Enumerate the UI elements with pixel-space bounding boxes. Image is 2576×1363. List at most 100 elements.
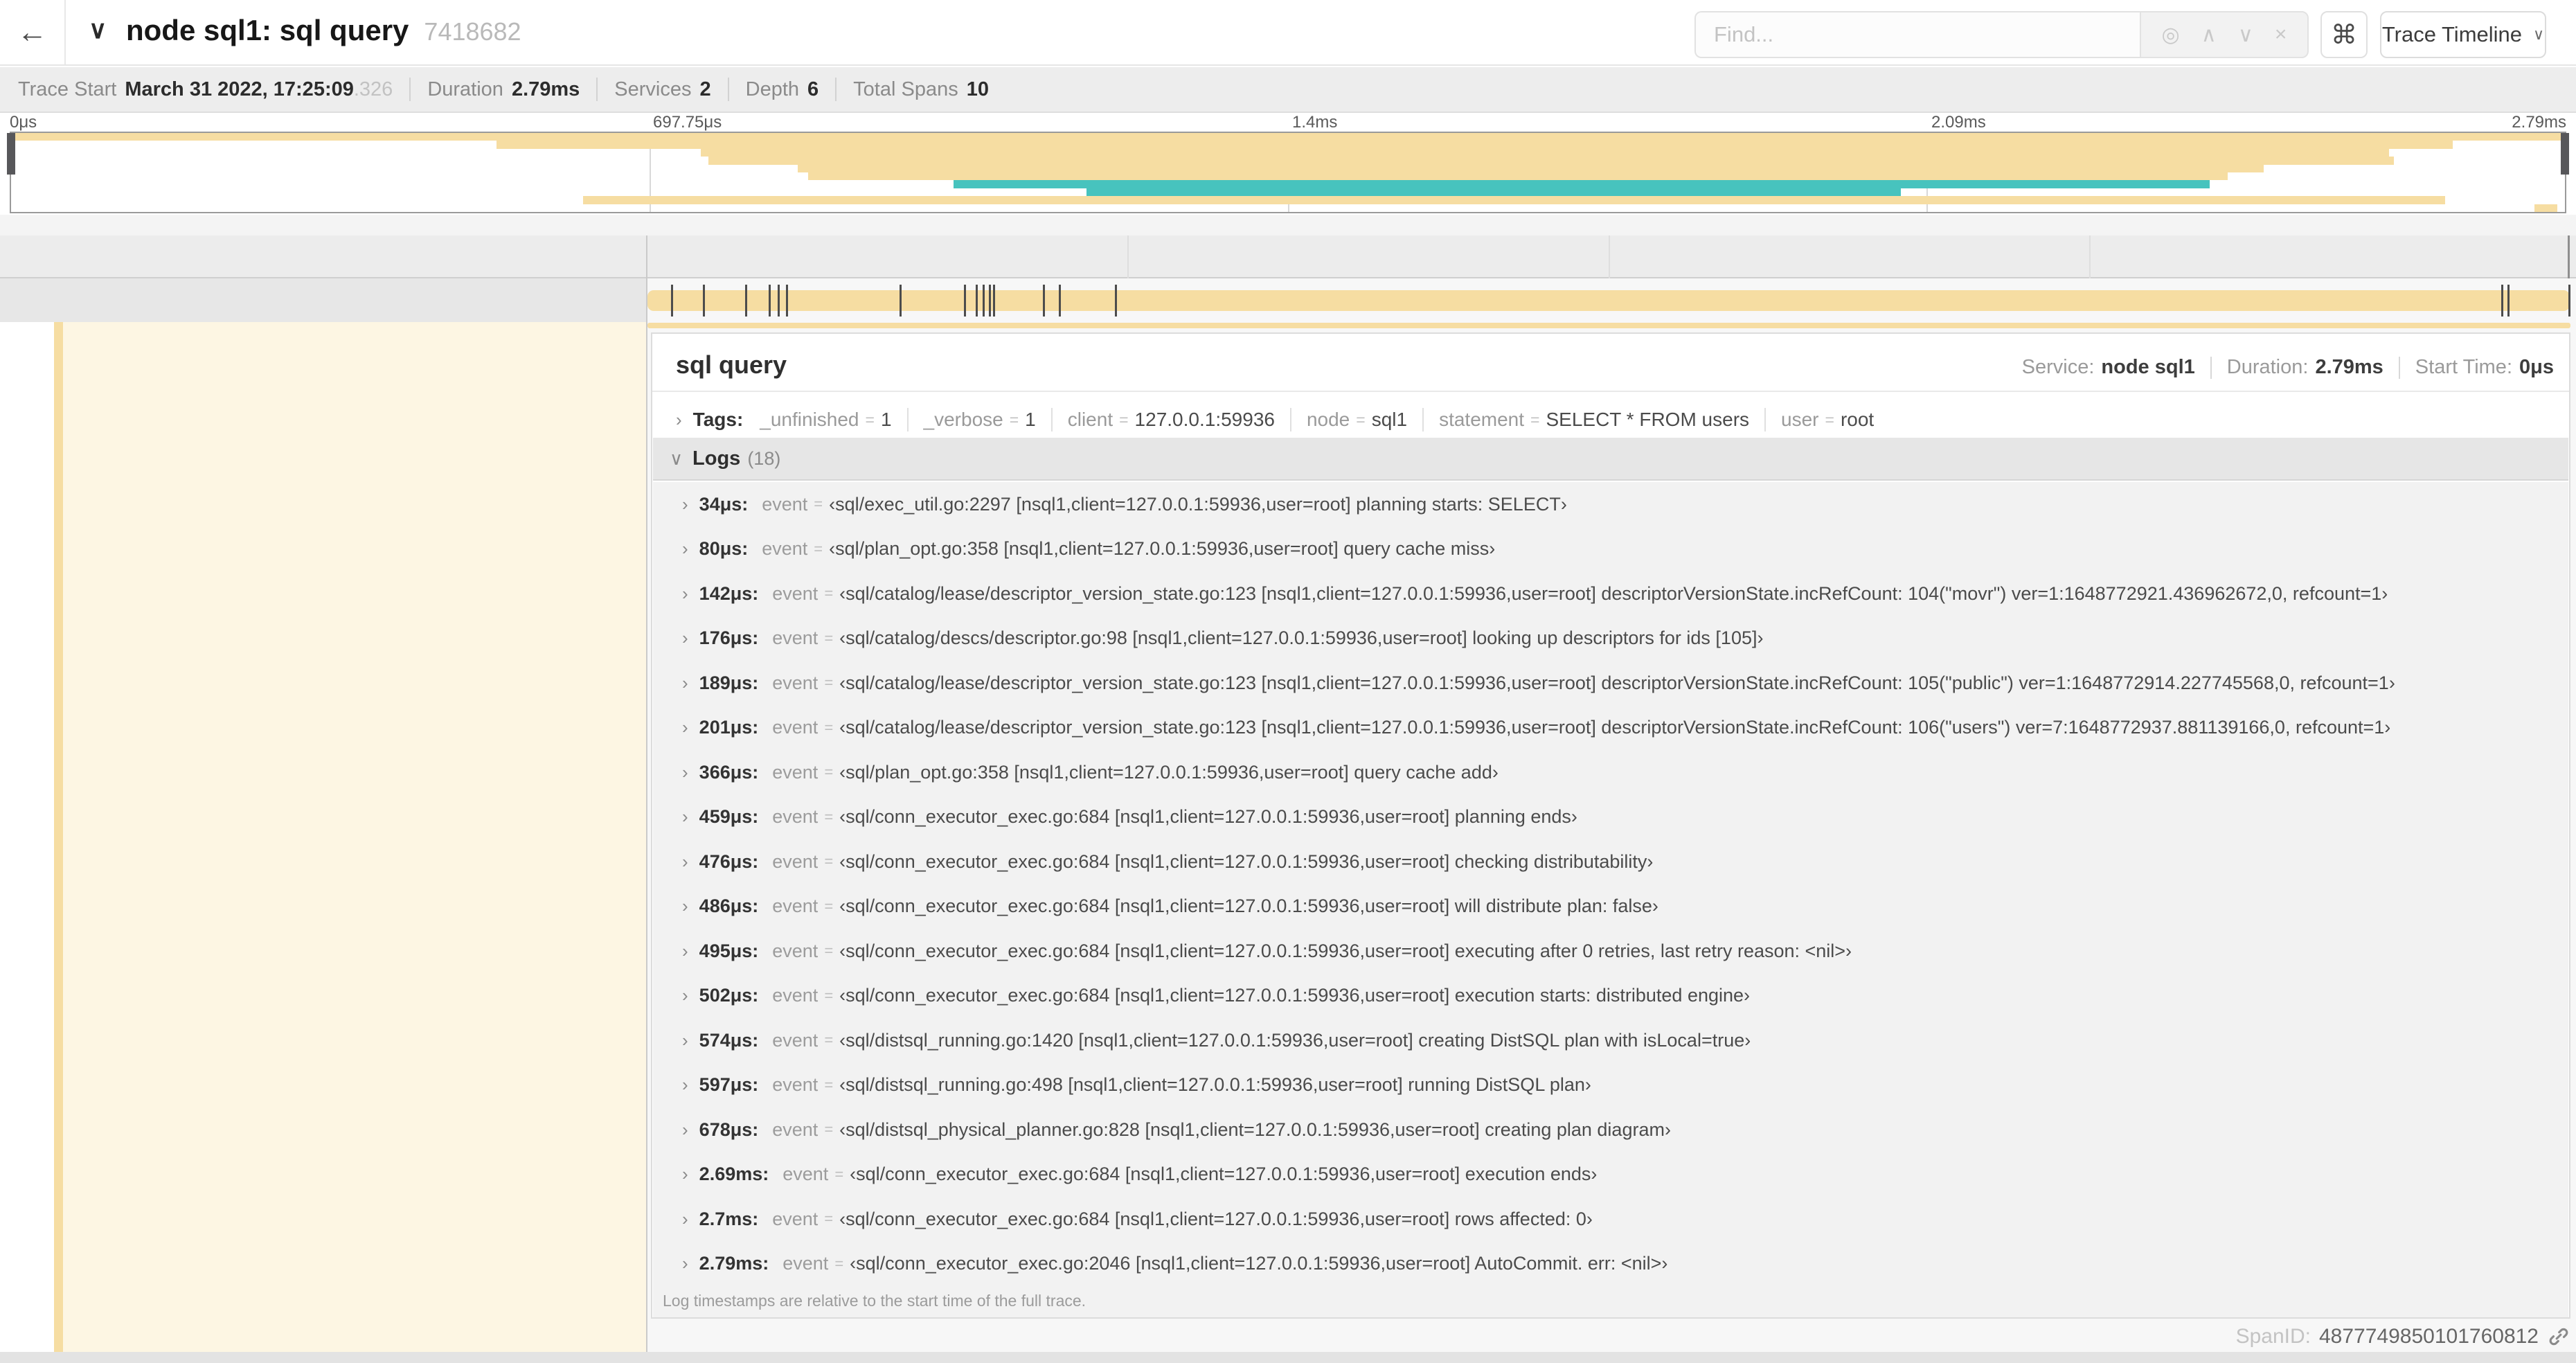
log-expander-icon[interactable]: › <box>682 806 688 828</box>
log-row[interactable]: › 486μs: event = ‹sql/conn_executor_exec.go:… <box>653 884 2568 929</box>
log-marker-tick <box>785 285 788 317</box>
log-timestamp: 459μs: <box>699 806 759 828</box>
log-row[interactable]: › 34μs: event = ‹sql/exec_util.go:2297 [nsql… <box>653 482 2568 527</box>
log-expander-icon[interactable]: › <box>682 851 688 873</box>
tags-row[interactable]: › Tags: _unfinished = 1 _verbose = 1 client = 12… <box>676 403 2552 436</box>
log-expander-icon[interactable]: › <box>682 896 688 917</box>
log-row[interactable]: › 189μs: event = ‹sql/catalog/lease/descript… <box>653 661 2568 706</box>
horizontal-scrollbar-track[interactable] <box>0 1352 2576 1363</box>
log-row[interactable]: › 495μs: event = ‹sql/conn_executor_exec.go:… <box>653 929 2568 974</box>
span-duration-bar[interactable] <box>647 290 2570 311</box>
spacer <box>0 215 2576 235</box>
log-timestamp: 678μs: <box>699 1119 759 1140</box>
logs-accordion-header[interactable]: ∨ Logs (18) <box>653 438 2568 481</box>
log-expander-icon[interactable]: › <box>682 627 688 649</box>
log-expander-icon[interactable]: › <box>682 717 688 738</box>
tag-pill[interactable]: _verbose = 1 <box>924 409 1036 431</box>
tag-pill[interactable]: client = 127.0.0.1:59936 <box>1068 409 1275 431</box>
log-timestamp: 486μs: <box>699 896 759 917</box>
view-selector-button[interactable]: Trace Timeline ∨ <box>2380 11 2546 58</box>
trace-start-fraction: .326 <box>353 78 393 100</box>
minimap-tick-label: 697.75μs <box>653 113 722 132</box>
tags-expander-icon[interactable]: › <box>676 409 682 431</box>
log-value: ‹sql/distsql_running.go:1420 [nsql1,clie… <box>839 1029 1751 1051</box>
log-expander-icon[interactable]: › <box>682 1119 688 1141</box>
tag-key: _unfinished <box>760 409 859 430</box>
span-color-stripe <box>54 322 63 1352</box>
log-row[interactable]: › 459μs: event = ‹sql/conn_executor_exec.go:… <box>653 795 2568 840</box>
log-value: ‹sql/plan_opt.go:358 [nsql1,client=127.0… <box>829 538 1496 560</box>
logs-footnote: Log timestamps are relative to the start… <box>663 1292 1086 1310</box>
log-row[interactable]: › 2.7ms: event = ‹sql/conn_executor_exec.go:… <box>653 1197 2568 1242</box>
log-expander-icon[interactable]: › <box>682 538 688 560</box>
tag-pill[interactable]: user = root <box>1781 409 1874 431</box>
equals-sign: = <box>1009 410 1019 429</box>
next-result-icon[interactable]: ∨ <box>2238 23 2253 47</box>
link-icon[interactable] <box>2547 1325 2570 1348</box>
log-row[interactable]: › 142μs: event = ‹sql/catalog/lease/descript… <box>653 571 2568 616</box>
log-expander-icon[interactable]: › <box>682 1253 688 1274</box>
tag-pill[interactable]: node = sql1 <box>1307 409 1407 431</box>
trace-summary-bar: Trace Start March 31 2022, 17:25:09 .326… <box>0 67 2576 113</box>
span-bar-row[interactable] <box>647 278 2576 322</box>
log-expander-icon[interactable]: › <box>682 1074 688 1096</box>
log-expander-icon[interactable]: › <box>682 583 688 605</box>
log-expander-icon[interactable]: › <box>682 941 688 962</box>
log-expander-icon[interactable]: › <box>682 762 688 783</box>
tag-pill[interactable]: _unfinished = 1 <box>760 409 891 431</box>
keyboard-shortcuts-button[interactable]: ⌘ <box>2320 11 2368 58</box>
log-row[interactable]: › 366μs: event = ‹sql/plan_opt.go:358 [nsql1… <box>653 750 2568 795</box>
tag-value: 127.0.0.1:59936 <box>1134 409 1275 430</box>
tag-key: node <box>1306 409 1350 430</box>
column-divider[interactable] <box>646 235 647 1352</box>
minimap-left-scrubber[interactable] <box>7 133 15 175</box>
log-expander-icon[interactable]: › <box>682 494 688 515</box>
log-expander-icon[interactable]: › <box>682 1209 688 1230</box>
log-timestamp: 80μs: <box>699 538 749 560</box>
log-row[interactable]: › 80μs: event = ‹sql/plan_opt.go:358 [nsql1,… <box>653 527 2568 572</box>
log-row[interactable]: › 2.69ms: event = ‹sql/conn_executor_exec.go… <box>653 1152 2568 1197</box>
trace-start-value: March 31 2022, 17:25:09 <box>125 78 354 100</box>
equals-sign: = <box>824 1121 834 1139</box>
log-value: ‹sql/plan_opt.go:358 [nsql1,client=127.0… <box>839 761 1499 783</box>
depth-label: Depth <box>745 78 800 100</box>
detail-row-name-column[interactable] <box>63 322 646 1352</box>
prev-result-icon[interactable]: ∧ <box>2201 23 2217 47</box>
log-row[interactable]: › 176μs: event = ‹sql/catalog/descs/descript… <box>653 616 2568 661</box>
log-row[interactable]: › 502μs: event = ‹sql/conn_executor_exec.go:… <box>653 974 2568 1019</box>
log-row[interactable]: › 201μs: event = ‹sql/catalog/lease/descript… <box>653 706 2568 751</box>
span-row-name-column[interactable]: ∨ node sql1sql query <box>0 278 646 600</box>
log-timestamp: 142μs: <box>699 582 759 604</box>
equals-sign: = <box>824 674 834 692</box>
match-case-icon[interactable]: ◎ <box>2162 23 2180 47</box>
log-value: ‹sql/conn_executor_exec.go:684 [nsql1,cl… <box>839 806 1577 828</box>
log-marker-tick <box>2507 285 2510 317</box>
back-button[interactable]: ← <box>0 0 66 64</box>
log-row[interactable]: › 678μs: event = ‹sql/distsql_physical_plann… <box>653 1107 2568 1152</box>
log-row[interactable]: › 574μs: event = ‹sql/distsql_running.go:142… <box>653 1018 2568 1063</box>
log-row[interactable]: › 597μs: event = ‹sql/distsql_running.go:498… <box>653 1063 2568 1108</box>
trace-services: Services 2 <box>614 78 710 101</box>
log-timestamp: 34μs: <box>699 493 749 515</box>
find-input[interactable] <box>1714 22 2102 47</box>
clear-find-icon[interactable]: × <box>2275 23 2287 46</box>
equals-sign: = <box>824 1210 834 1228</box>
log-field-name: event <box>772 1208 819 1229</box>
log-value: ‹sql/catalog/lease/descriptor_version_st… <box>839 717 2391 738</box>
tag-pill[interactable]: statement = SELECT * FROM users <box>1439 409 1749 431</box>
trace-minimap[interactable] <box>10 132 2566 213</box>
log-expander-icon[interactable]: › <box>682 985 688 1006</box>
log-row[interactable]: › 476μs: event = ‹sql/conn_executor_exec.go:… <box>653 839 2568 884</box>
log-timestamp: 2.7ms: <box>699 1208 759 1229</box>
log-value: ‹sql/catalog/lease/descriptor_version_st… <box>839 582 2388 604</box>
log-expander-icon[interactable]: › <box>682 1030 688 1051</box>
minimap-right-scrubber[interactable] <box>2561 133 2569 175</box>
divider <box>906 408 909 431</box>
log-field-name: event <box>772 761 819 783</box>
log-expander-icon[interactable]: › <box>682 1164 688 1185</box>
log-row[interactable]: › 2.79ms: event = ‹sql/conn_executor_exec.go… <box>653 1242 2568 1287</box>
log-expander-icon[interactable]: › <box>682 672 688 694</box>
equals-sign: = <box>1356 410 1366 429</box>
span-id-row: SpanID: 4877749850101760812 <box>651 1321 2570 1352</box>
trace-collapse-caret-icon[interactable]: ∨ <box>89 15 107 44</box>
